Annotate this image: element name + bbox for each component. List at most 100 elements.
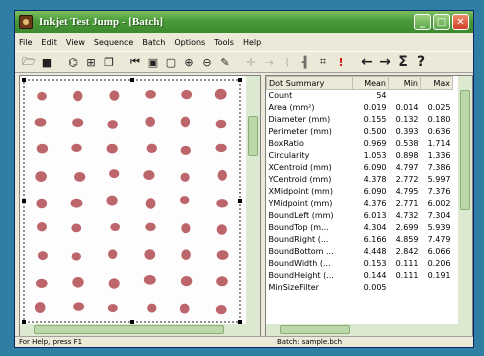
summary-pane[interactable]: Dot Summary Mean Min Max Count 54 Area (mm… [265,75,473,337]
table-row[interactable]: Diameter (mm) 0.155 0.132 0.180 [267,114,453,126]
row-label: BoundWidth (... [268,259,331,268]
save-icon[interactable]: ■ [39,54,55,70]
dot-plate-image[interactable] [20,76,246,326]
menu-file[interactable]: File [19,38,32,47]
cell-value [389,282,421,294]
image-horizontal-scrollbar[interactable] [20,324,260,336]
ink-dot [143,170,155,181]
cell-value: 0.180 [427,115,451,124]
table-row[interactable]: BoundTop (m... 4.304 2.699 5.939 [267,222,453,234]
ink-dot [179,303,190,314]
ink-dot [216,250,229,260]
frame-icon[interactable]: ▢ [163,54,179,70]
sum-icon[interactable]: Σ [395,54,411,70]
table-row[interactable]: Perimeter (mm) 0.500 0.393 0.636 [267,126,453,138]
right-arrow-icon[interactable]: → [377,54,393,70]
link-icon[interactable]: ⌇ [279,54,295,70]
ink-dot [147,303,157,313]
cell-value: 4.732 [395,211,419,220]
table-row[interactable]: XMidpoint (mm) 6.090 4.795 7.376 [267,186,453,198]
ink-dot [217,169,227,181]
move-icon[interactable]: ⇢ [261,54,277,70]
menu-batch[interactable]: Batch [142,38,165,47]
cross-icon[interactable]: ✛ [243,54,259,70]
left-arrow-icon[interactable]: ← [359,54,375,70]
table-row[interactable]: BoundHeight (... 0.144 0.111 0.191 [267,270,453,282]
ink-dot [180,145,191,155]
cell-value: 4.859 [395,235,419,244]
cell-value [389,90,421,102]
cell-value: 0.025 [427,103,451,112]
grid-icon[interactable]: ▣ [145,54,161,70]
table-row[interactable]: MinSizeFilter 0.005 [267,282,453,294]
pipe-icon[interactable]: ╢ [297,54,313,70]
table-row[interactable]: YCentroid (mm) 4.378 2.772 5.997 [267,174,453,186]
ink-dot [215,305,227,315]
table-row[interactable]: YMidpoint (mm) 4.376 2.771 6.002 [267,198,453,210]
table-horizontal-scrollbar[interactable] [266,324,472,336]
resize-handle[interactable] [238,199,242,203]
minimize-button[interactable]: _ [414,14,431,30]
status-batch-text: Batch: sample.bch [277,338,343,346]
ink-dot [108,249,118,259]
table-row[interactable]: BoxRatio 0.969 0.538 1.714 [267,138,453,150]
close-button[interactable]: ✕ [452,14,469,30]
column-header[interactable]: Min [388,76,421,90]
table-row[interactable]: BoundLeft (mm) 6.013 4.732 7.304 [267,210,453,222]
table-row[interactable]: Count 54 [267,90,453,102]
measure-icon[interactable]: ⊞ [83,54,99,70]
image-pane[interactable] [19,75,261,337]
cell-value: 0.144 [363,271,387,280]
table-row[interactable]: BoundWidth (... 0.153 0.111 0.206 [267,258,453,270]
capture-icon[interactable]: ⌬ [65,54,81,70]
column-header[interactable]: Mean [352,76,389,90]
crop-icon[interactable]: ⌗ [315,54,331,70]
zoom-out-icon[interactable]: ⊖ [199,54,215,70]
image-vertical-scrollbar[interactable] [246,76,260,326]
cell-value: 7.376 [427,187,451,196]
table-row[interactable]: Area (mm²) 0.019 0.014 0.025 [267,102,453,114]
table-row[interactable]: Circularity 1.053 0.898 1.336 [267,150,453,162]
title-bar[interactable]: Inkjet Test Jump - [Batch] _ □ ✕ [15,11,473,33]
ink-dot [34,118,47,127]
alert-icon[interactable]: ! [333,54,349,70]
resize-handle[interactable] [22,199,26,203]
copy-icon[interactable]: ❐ [101,54,117,70]
menu-options[interactable]: Options [174,38,205,47]
column-header[interactable]: Dot Summary [266,76,353,90]
menu-help[interactable]: Help [243,38,261,47]
table-row[interactable]: XCentroid (mm) 6.090 4.797 7.386 [267,162,453,174]
open-folder-icon[interactable]: 🗁 [21,54,37,70]
ink-dot [180,196,190,205]
cell-value: 54 [376,91,387,101]
cell-value: 0.019 [363,103,387,112]
status-bar: For Help, press F1 Batch: sample.bch [15,336,473,347]
menu-sequence[interactable]: Sequence [94,38,133,47]
cell-value: 1.053 [363,151,387,160]
ink-dot [145,116,155,127]
resize-handle[interactable] [22,78,26,82]
column-header[interactable]: Max [420,76,453,90]
table-row[interactable]: BoundRight (... 6.166 4.859 7.479 [267,234,453,246]
cell-value: 6.166 [363,235,387,244]
first-frame-icon[interactable]: ⏮ [127,54,143,70]
help-icon[interactable]: ? [413,54,429,70]
row-label: XCentroid (mm) [268,163,332,172]
run-batch-icon[interactable]: ✎ [217,54,233,70]
cell-value: 4.378 [363,175,387,184]
maximize-button[interactable]: □ [433,14,450,30]
menu-view[interactable]: View [66,38,85,47]
resize-handle[interactable] [130,78,134,82]
menu-tools[interactable]: Tools [214,38,234,47]
ink-dot [145,222,156,231]
zoom-in-icon[interactable]: ⊕ [181,54,197,70]
cell-value: 0.005 [363,283,387,292]
menu-edit[interactable]: Edit [41,38,57,47]
table-vertical-scrollbar[interactable] [458,76,472,326]
row-label: Count [268,91,293,101]
resize-handle[interactable] [238,78,242,82]
ink-dot [181,89,193,100]
toolbar-separator [57,54,63,70]
table-row[interactable]: BoundBottom ... 4.448 2.842 6.066 [267,246,453,258]
selection-rectangle[interactable] [23,79,241,323]
